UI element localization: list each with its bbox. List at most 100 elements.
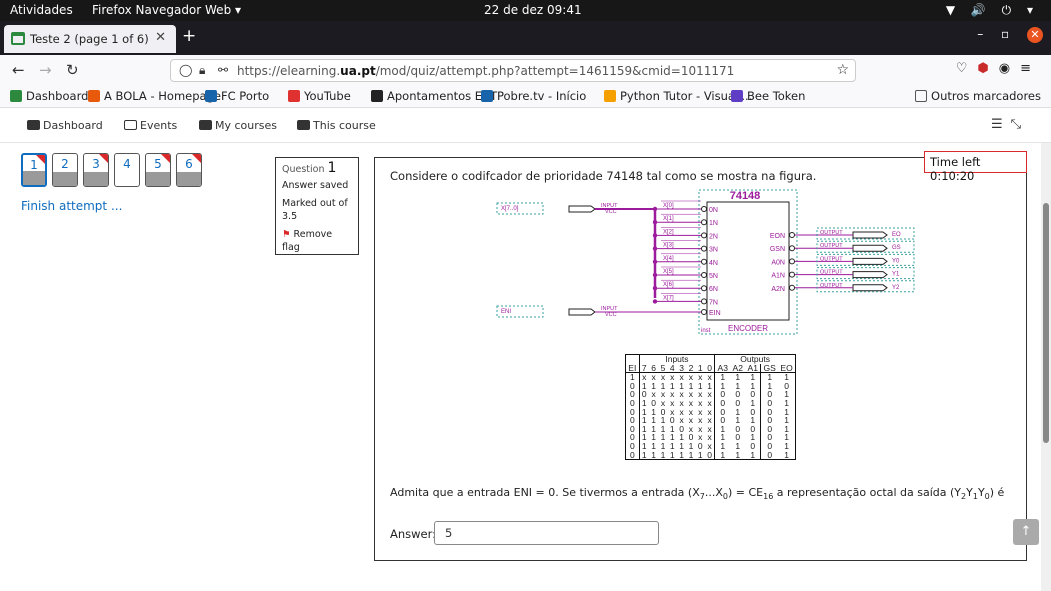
bookmark-label: Bee Token	[747, 89, 806, 103]
flag-icon	[161, 154, 170, 163]
out-pin-label: A2N	[771, 286, 785, 293]
clock[interactable]: 22 de dez 09:41	[484, 3, 582, 17]
out-pin	[852, 284, 888, 292]
answered-indicator	[146, 172, 170, 186]
folder-icon	[915, 90, 928, 102]
remove-flag-button[interactable]: Remove flag	[282, 228, 352, 254]
forward-arrow-icon[interactable]: →	[39, 61, 52, 79]
in-pin-label: 0N	[709, 207, 718, 214]
other-bookmarks[interactable]: Outros marcadores	[915, 89, 1041, 103]
question-number: Question 1	[282, 161, 352, 176]
nav-this-course-label: This course	[313, 119, 376, 132]
app-menu[interactable]: Firefox Navegador Web ▾	[92, 3, 241, 17]
bookmark-favicon-icon	[604, 90, 616, 102]
bookmark-2[interactable]: FC Porto	[205, 89, 269, 103]
nav-events[interactable]: Events	[124, 119, 177, 132]
permissions-icon[interactable]: ⚯	[218, 63, 228, 77]
sitemap-icon	[297, 120, 310, 130]
in-pin-label: EIN	[709, 310, 721, 317]
close-window-icon[interactable]: ✕	[1027, 27, 1043, 43]
nav-my-courses[interactable]: My courses	[199, 119, 277, 132]
table-cell: 0	[625, 450, 640, 460]
list-toggle-icon[interactable]: ☰	[991, 117, 1011, 132]
nav-dashboard[interactable]: Dashboard	[27, 119, 103, 132]
out-inverter-bubble	[789, 245, 795, 252]
restore-icon[interactable]: ▫	[1001, 27, 1009, 41]
page-scrollbar[interactable]	[1041, 143, 1051, 591]
ublock-icon[interactable]: ⬢	[977, 61, 998, 76]
bookmark-favicon-icon	[371, 90, 383, 102]
new-tab-icon[interactable]: +	[182, 26, 196, 46]
bookmark-label: Pobre.tv - Início	[497, 89, 587, 103]
table-cell: 1	[735, 449, 741, 460]
junction-dot	[652, 286, 658, 291]
inst-label: inst	[701, 328, 711, 334]
back-arrow-icon[interactable]: ←	[12, 61, 25, 79]
bookmark-7[interactable]: Bee Token	[731, 89, 805, 103]
course-navigation: Dashboard Events My courses This course …	[0, 108, 1051, 143]
shield-icon[interactable]: ◯	[179, 63, 192, 77]
bus-input-pin	[568, 205, 596, 213]
bookmark-3[interactable]: YouTube	[288, 89, 351, 103]
prompt-part-5: ) é	[989, 486, 1005, 499]
table-cell: 0	[767, 449, 773, 460]
in-pin-label: 5N	[709, 273, 718, 280]
back-to-top-button[interactable]: ↑	[1013, 519, 1039, 545]
finish-attempt-link[interactable]: Finish attempt ...	[21, 199, 122, 213]
junction-dot	[652, 246, 658, 251]
activities-button[interactable]: Atividades	[10, 3, 73, 17]
table-row: 01111111011101	[625, 449, 796, 460]
bookmark-4[interactable]: Apontamentos ECT	[371, 89, 497, 103]
scrollbar-thumb[interactable]	[1043, 203, 1049, 443]
tab-bar: Teste 2 (page 1 of 6) ✕ + – ▫ ✕	[0, 21, 1051, 55]
junction-dot	[652, 299, 658, 304]
system-tray[interactable]: ▼ 🔊 ⏻ ▾	[946, 3, 1039, 18]
x-label: X[2]	[663, 229, 674, 235]
bookmark-favicon-icon	[731, 90, 743, 102]
lock-icon[interactable]: 🔒︎	[199, 63, 205, 78]
question-nav-button[interactable]: 2	[52, 153, 78, 187]
extension-icon[interactable]: ◉	[999, 61, 1020, 76]
bookmark-5[interactable]: Pobre.tv - Início	[481, 89, 586, 103]
question-nav-button[interactable]: 3	[83, 153, 109, 187]
inverter-bubble	[701, 298, 707, 305]
bookmark-1[interactable]: A BOLA - Homepage	[88, 89, 221, 103]
bookmarks-bar: Outros marcadores Dashboard A BOLA - Home…	[0, 86, 1051, 108]
prompt-part-1: Admita que a entrada ENI = 0. Se tivermo…	[390, 486, 700, 499]
table-cell: 1	[679, 449, 684, 460]
nav-this-course[interactable]: This course	[297, 119, 376, 132]
bookmark-label: A BOLA - Homepage	[104, 89, 221, 103]
question-nav-number: 4	[123, 157, 131, 171]
x-label: X[0]	[663, 203, 674, 209]
bookmark-star-icon[interactable]: ☆	[836, 62, 849, 78]
question-nav-button[interactable]: 1	[21, 153, 47, 187]
answer-input[interactable]: 5	[434, 521, 659, 545]
menu-icon[interactable]: ≡	[1020, 61, 1041, 76]
pocket-icon[interactable]: ♡	[956, 61, 978, 76]
minimize-icon[interactable]: –	[977, 27, 983, 41]
moodle-favicon-icon	[11, 32, 25, 45]
inverter-bubble	[701, 219, 707, 226]
out-pin	[852, 257, 888, 265]
close-tab-icon[interactable]: ✕	[155, 30, 166, 45]
collapse-icon[interactable]: ⤡	[1011, 117, 1029, 132]
bookmark-label: YouTube	[304, 89, 351, 103]
prompt-part-4: a representação octal da saída (Y	[773, 486, 962, 499]
eni-input-pin	[568, 308, 596, 316]
question-content: Considere o codifcador de prioridade 741…	[374, 157, 1027, 561]
out-pin-label: EON	[770, 233, 785, 240]
inverter-bubble	[701, 285, 707, 292]
bookmark-label: FC Porto	[221, 89, 270, 103]
reload-icon[interactable]: ↻	[66, 61, 79, 79]
url-bar[interactable]: ◯ 🔒︎ ⚯ https://elearning.ua.pt/mod/quiz/…	[170, 59, 856, 82]
question-nav-button[interactable]: 6	[176, 153, 202, 187]
question-nav-button[interactable]: 5	[145, 153, 171, 187]
answered-indicator	[23, 171, 45, 185]
out-pin-label: A0N	[771, 259, 785, 266]
url-text[interactable]: https://elearning.ua.pt/mod/quiz/attempt…	[237, 64, 734, 78]
bookmark-0[interactable]: Dashboard	[10, 89, 88, 103]
table-cell: 1	[660, 449, 666, 460]
bookmark-label: Dashboard	[26, 89, 89, 103]
browser-tab[interactable]: Teste 2 (page 1 of 6) ✕	[4, 25, 176, 53]
question-nav-button[interactable]: 4	[114, 153, 140, 187]
